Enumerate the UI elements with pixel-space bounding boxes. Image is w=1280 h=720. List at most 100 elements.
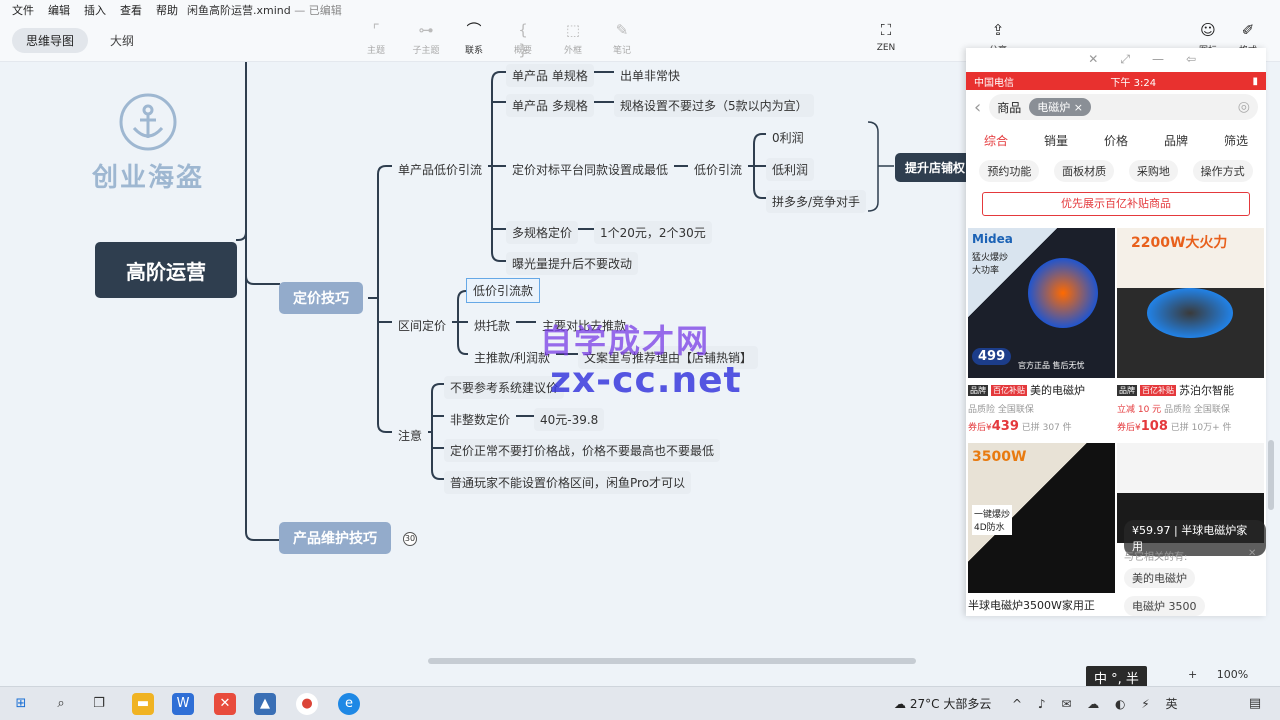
topic-profit-low[interactable]: 低利润	[766, 158, 815, 181]
topic-button[interactable]: ⌜ 主题	[354, 20, 398, 56]
product-price-row: 券后¥108 已拼 10万+ 件	[1117, 419, 1264, 434]
topic-range-price[interactable]: 区间定价	[392, 314, 453, 337]
share-icon: ⇪	[991, 21, 1005, 39]
branch-product-maintenance[interactable]: 产品维护技巧	[279, 522, 391, 554]
topic-profit-zero[interactable]: 0利润	[766, 126, 810, 149]
summary-label: 概要	[513, 46, 532, 56]
boundary-button[interactable]: ⬚ 外框	[551, 20, 595, 56]
sort-sales[interactable]: 销量	[1044, 132, 1068, 149]
filter-chip[interactable]: 采购地	[1128, 160, 1178, 182]
topic-icon: ⌜	[372, 21, 380, 39]
close-icon[interactable]: ✕	[1248, 548, 1256, 559]
system-tray[interactable]: ^ ♪ ✉ ☁ ◐ ⚡ 英	[1012, 695, 1184, 712]
topic-low-draw[interactable]: 低价引流款	[466, 278, 541, 303]
file-name: 闲鱼高阶运营.xmind	[187, 4, 291, 17]
windows-start-icon[interactable]: ⊞	[10, 693, 32, 715]
file-explorer-icon[interactable]: ▬	[132, 693, 154, 715]
search-input[interactable]: 商品 电磁炉 × ◎	[989, 94, 1258, 120]
topic-foil[interactable]: 烘托款	[468, 314, 517, 337]
tab-outline[interactable]: 大纲	[96, 28, 148, 53]
search-icon[interactable]: ⌕	[50, 693, 72, 715]
view-tabs: 思维导图 大纲	[12, 28, 148, 53]
sort-brand[interactable]: 品牌	[1164, 132, 1188, 149]
image-app-icon[interactable]: ▲	[254, 693, 276, 715]
menu-file[interactable]: 文件	[12, 2, 34, 18]
menu-view[interactable]: 查看	[120, 2, 142, 18]
topic-multi-spec-price[interactable]: 多规格定价	[506, 221, 579, 244]
browser-icon[interactable]: e	[338, 693, 360, 715]
filter-chip[interactable]: 面板材质	[1054, 160, 1115, 182]
topic-att3[interactable]: 定价正常不要打价格战，价格不要最高也不要最低	[444, 439, 721, 462]
topic-att1[interactable]: 不要参考系统建议价	[444, 376, 565, 399]
collapsed-count-badge[interactable]: 30	[403, 532, 417, 546]
topic-low-traffic[interactable]: 低价引流	[688, 158, 749, 181]
sort-price[interactable]: 价格	[1104, 132, 1128, 149]
relation-button[interactable]: ⌒ 联系	[452, 20, 496, 56]
scroll-thumb[interactable]	[428, 658, 916, 664]
topic-single-low[interactable]: 单产品低价引流	[392, 158, 489, 181]
topic-multi-spec-price-note[interactable]: 1个20元，2个30元	[594, 221, 712, 244]
topic-platform-price[interactable]: 定价对标平台同款设置成最低	[506, 158, 675, 181]
topic-att4[interactable]: 普通玩家不能设置价格区间，闲鱼Pro才可以	[444, 471, 692, 494]
sort-comprehensive[interactable]: 综合	[984, 132, 1008, 149]
topic-pdd[interactable]: 拼多多/竞争对手	[766, 190, 867, 213]
topic-spec-multi[interactable]: 单产品 多规格	[506, 94, 594, 117]
ime-indicator[interactable]: 中 °, 半	[1086, 666, 1147, 688]
pill-price: ¥59.97	[1132, 524, 1171, 537]
filter-chip[interactable]: 操作方式	[1192, 160, 1253, 182]
subtopic-icon: ⊶	[418, 21, 434, 39]
mindmap-canvas[interactable]: 创业海盗 高阶运营 定价技巧 产品维护技巧 30 单产品低价引流 单产品 单规格…	[0, 62, 966, 658]
topic-exposure[interactable]: 曝光量提升后不要改动	[506, 252, 639, 275]
zen-button[interactable]: ⛶ ZEN	[864, 20, 908, 53]
related-chip[interactable]: 美的电磁炉	[1124, 568, 1195, 588]
tab-mindmap[interactable]: 思维导图	[12, 28, 89, 53]
close-icon[interactable]: ✕	[1088, 52, 1098, 72]
xmind-icon[interactable]: ✕	[214, 693, 236, 715]
note-button[interactable]: ✎ 笔记	[600, 20, 644, 56]
product-card[interactable]: 3500W 一键爆炒 4D防水 半球电磁炉3500W家用正	[968, 443, 1115, 613]
topic-attention[interactable]: 注意	[392, 424, 429, 447]
wps-icon[interactable]: W	[172, 693, 194, 715]
weather-widget[interactable]: ☁ 27°C 大部多云	[894, 695, 991, 712]
clock-label: 下午 3:24	[1110, 77, 1157, 89]
camera-icon[interactable]: ◎	[1238, 99, 1250, 115]
product-card[interactable]: 2200W大火力 品牌 百亿补贴 苏泊尔智能 立减 10 元 品质险 全国联保 券后…	[1117, 228, 1264, 434]
horizontal-scrollbar[interactable]	[0, 658, 1280, 666]
root-topic[interactable]: 高阶运营	[95, 242, 237, 298]
vertical-scrollbar[interactable]	[1268, 80, 1274, 510]
zoom-in-icon[interactable]: +	[1188, 668, 1197, 681]
topic-spec-single-note[interactable]: 出单非常快	[614, 64, 687, 87]
phone-mirror-window[interactable]: ✕ ⤢ — ⇦ 中国电信 下午 3:24 ▮ ‹ 商品 电磁炉 × ◎ 综合 销…	[966, 48, 1266, 616]
search-keyword-chip[interactable]: 电磁炉 ×	[1029, 98, 1091, 116]
topic-spec-multi-note[interactable]: 规格设置不要过多（5款以内为宜）	[614, 94, 814, 117]
subsidy-banner[interactable]: 优先展示百亿补贴商品	[982, 192, 1250, 216]
back-arrow-icon[interactable]: ‹	[974, 97, 981, 118]
search-category[interactable]: 商品	[997, 99, 1021, 116]
topic-spec-single[interactable]: 单产品 单规格	[506, 64, 594, 87]
notification-icon[interactable]: ▤	[1244, 693, 1266, 715]
filter-chip[interactable]: 预约功能	[979, 160, 1040, 182]
zoom-level[interactable]: 100%	[1217, 668, 1248, 681]
subtopic-button[interactable]: ⊶ 子主题	[404, 20, 448, 56]
chrome-icon[interactable]: ●	[296, 693, 318, 715]
price-prefix: 券后¥	[1117, 423, 1141, 433]
menu-insert[interactable]: 插入	[84, 2, 106, 18]
document-title: 闲鱼高阶运营.xmind — 已编辑	[187, 2, 342, 18]
branch-pricing[interactable]: 定价技巧	[279, 282, 363, 314]
topic-att2[interactable]: 非整数定价	[444, 408, 517, 431]
related-chip[interactable]: 电磁炉 3500	[1124, 596, 1205, 616]
task-view-icon[interactable]: ❐	[88, 693, 110, 715]
expand-icon[interactable]: ⤢	[1120, 52, 1130, 72]
sort-filter[interactable]: 筛选	[1224, 132, 1248, 149]
scroll-thumb[interactable]	[1268, 440, 1274, 510]
menu-edit[interactable]: 编辑	[48, 2, 70, 18]
summary-button[interactable]: { } 概要	[501, 20, 545, 59]
topic-boost-shop[interactable]: 提升店铺权	[895, 153, 966, 182]
pin-icon[interactable]: ⇦	[1186, 52, 1196, 72]
product-card[interactable]: Midea 猛火爆炒大功率 499 官方正品 售后无忧 品牌 百亿补贴 美的电磁炉 …	[968, 228, 1115, 434]
temperature: 27°C	[909, 697, 940, 711]
topic-att2-note[interactable]: 40元-39.8	[534, 408, 605, 431]
minimize-icon[interactable]: —	[1152, 52, 1164, 72]
product-image: 2200W大火力	[1117, 228, 1264, 378]
menu-help[interactable]: 帮助	[156, 2, 178, 18]
